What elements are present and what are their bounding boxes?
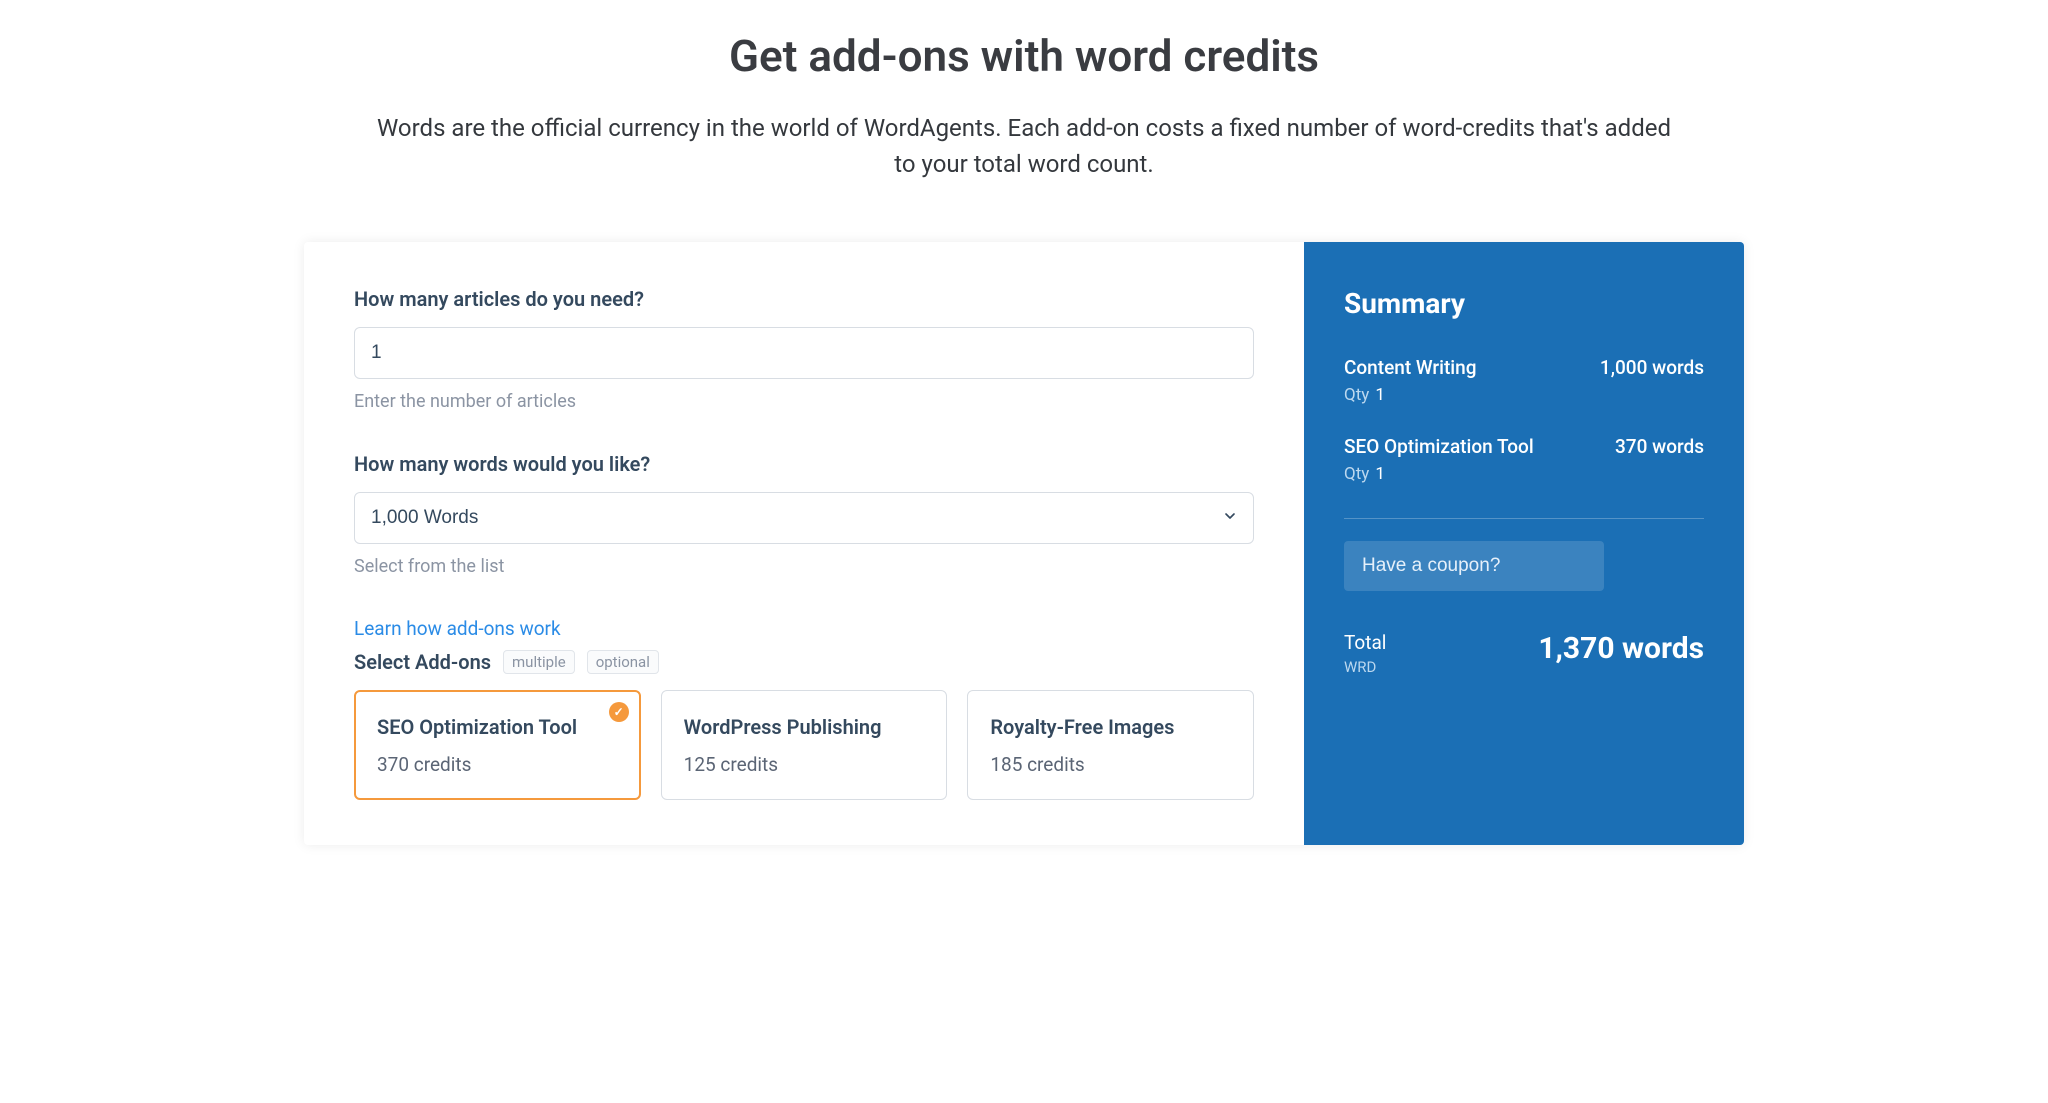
- addon-name: Royalty-Free Images: [990, 715, 1231, 739]
- summary-qty-value: 1: [1375, 385, 1385, 405]
- addon-option-images[interactable]: Royalty-Free Images 185 credits: [967, 690, 1254, 800]
- summary-qty-label: Qty: [1344, 464, 1369, 484]
- words-field: How many words would you like? Select fr…: [354, 452, 1254, 577]
- summary-qty-value: 1: [1375, 464, 1385, 484]
- summary-item-amount: 370 words: [1615, 435, 1704, 458]
- addon-name: WordPress Publishing: [684, 715, 925, 739]
- order-card: How many articles do you need? Enter the…: [304, 242, 1744, 845]
- summary-total: Total WRD 1,370 words: [1344, 631, 1704, 676]
- page-title: Get add-ons with word credits: [304, 30, 1744, 82]
- addon-option-seo[interactable]: ✓ SEO Optimization Tool 370 credits: [354, 690, 641, 800]
- addon-credits: 185 credits: [990, 753, 1231, 776]
- words-helper: Select from the list: [354, 556, 1254, 577]
- total-unit: WRD: [1344, 658, 1386, 676]
- addons-learn-link[interactable]: Learn how add-ons work: [354, 617, 561, 640]
- articles-label: How many articles do you need?: [354, 287, 1254, 311]
- total-value: 1,370 words: [1538, 631, 1704, 666]
- badge-optional: optional: [587, 650, 659, 674]
- summary-item: SEO Optimization Tool 370 words Qty 1: [1344, 435, 1704, 484]
- page-subtitle: Words are the official currency in the w…: [374, 110, 1674, 182]
- addons-section: Learn how add-ons work Select Add-ons mu…: [354, 617, 1254, 800]
- check-icon: ✓: [609, 702, 629, 722]
- total-label: Total: [1344, 631, 1386, 654]
- form-panel: How many articles do you need? Enter the…: [304, 242, 1304, 845]
- addon-credits: 370 credits: [377, 753, 618, 776]
- words-select[interactable]: [354, 492, 1254, 544]
- articles-input[interactable]: [354, 327, 1254, 379]
- articles-field: How many articles do you need? Enter the…: [354, 287, 1254, 412]
- addon-credits: 125 credits: [684, 753, 925, 776]
- articles-helper: Enter the number of articles: [354, 391, 1254, 412]
- addon-name: SEO Optimization Tool: [377, 715, 618, 739]
- words-label: How many words would you like?: [354, 452, 1254, 476]
- badge-multiple: multiple: [503, 650, 575, 674]
- summary-title: Summary: [1344, 287, 1704, 320]
- summary-item-amount: 1,000 words: [1600, 356, 1704, 379]
- summary-item-name: Content Writing: [1344, 356, 1477, 379]
- addons-title: Select Add-ons: [354, 650, 491, 674]
- summary-item: Content Writing 1,000 words Qty 1: [1344, 356, 1704, 405]
- summary-item-name: SEO Optimization Tool: [1344, 435, 1534, 458]
- summary-panel: Summary Content Writing 1,000 words Qty 1…: [1304, 242, 1744, 845]
- addon-option-wordpress[interactable]: WordPress Publishing 125 credits: [661, 690, 948, 800]
- divider: [1344, 518, 1704, 519]
- coupon-button[interactable]: Have a coupon?: [1344, 541, 1604, 591]
- summary-qty-label: Qty: [1344, 385, 1369, 405]
